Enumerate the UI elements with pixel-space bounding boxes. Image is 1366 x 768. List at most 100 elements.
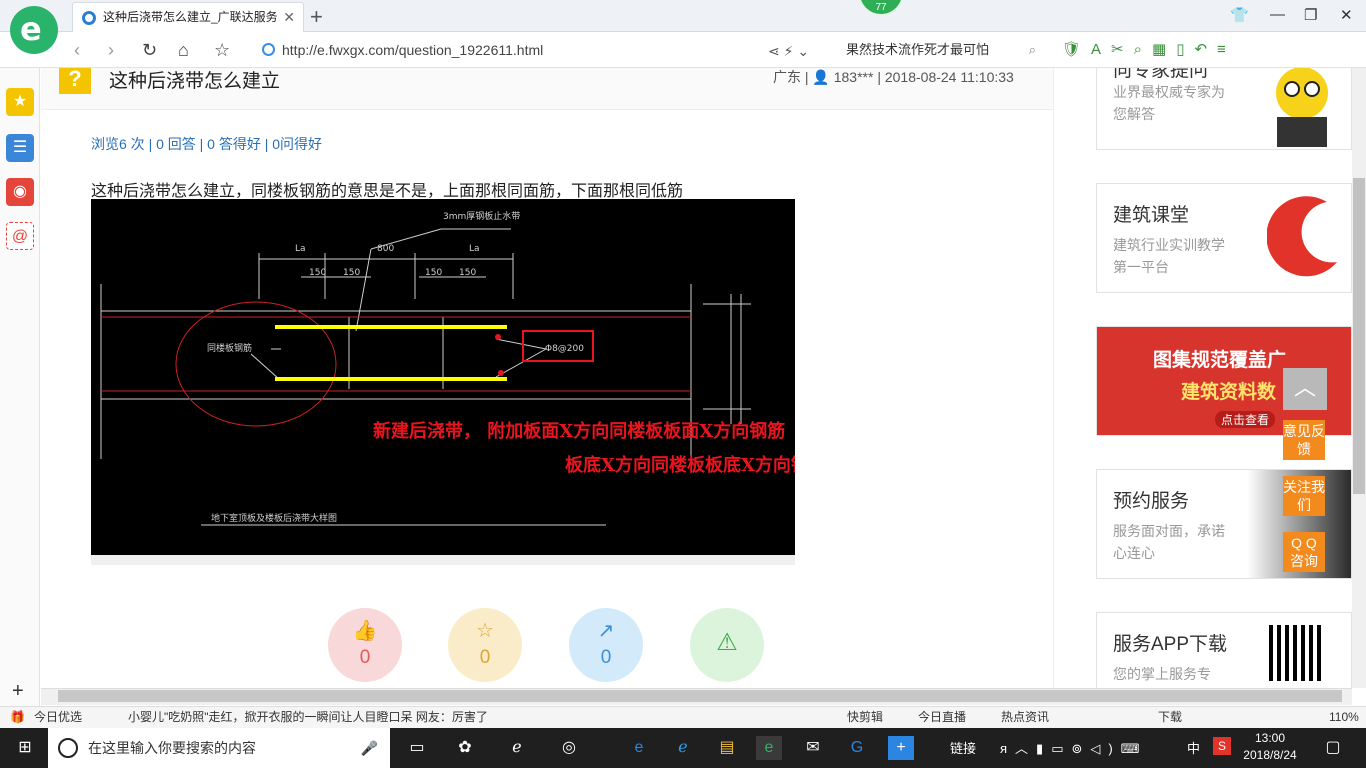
close-window-button[interactable]: ✕ [1340, 6, 1353, 24]
email-icon[interactable]: @ [6, 222, 34, 250]
image-shadow [91, 555, 795, 565]
search-input[interactable]: 果然技术流作死才最可怕 ⌕ [846, 38, 1036, 62]
search-text: 果然技术流作死才最可怕 [846, 42, 990, 57]
file-explorer-icon[interactable]: ▤ [714, 736, 740, 760]
task-view-icon[interactable]: ▭ [404, 736, 430, 760]
news-headline[interactable]: 小婴儿"吃奶照"走红，掀开衣服的一瞬间让人目瞪口呆 网友：厉害了 [128, 707, 488, 727]
cad-drawing-image: 3mm厚钢板止水带 La 800 La 150 150 150 150 同楼板钢… [91, 199, 795, 555]
status-item-quickcut[interactable]: 快剪辑 [847, 707, 883, 727]
share-button[interactable]: ↗ 0 [569, 608, 643, 682]
favorite-count: 0 [479, 647, 491, 668]
status-item-hot[interactable]: 热点资讯 [1001, 707, 1049, 727]
clock[interactable]: 13:00 2018/8/24 [1240, 730, 1300, 764]
page-content: ? 这种后浇带怎么建立 广东 | 👤 183*** | 2018-08-24 1… [41, 68, 1353, 688]
question-title: 这种后浇带怎么建立 [109, 71, 281, 92]
edge-icon[interactable]: e [626, 736, 652, 760]
reading-list-icon[interactable]: ☰ [6, 134, 34, 162]
qr-code-image [1269, 625, 1325, 681]
like-button[interactable]: 👍 0 [328, 608, 402, 682]
weibo-icon[interactable]: ◉ [6, 178, 34, 206]
favorites-icon[interactable]: ★ [6, 88, 34, 116]
taskbar-search-input[interactable]: 在这里输入你要搜索的内容 🎤 [48, 728, 390, 768]
question-meta: 广东 | 👤 183*** | 2018-08-24 11:10:33 [773, 69, 1014, 85]
site-info-icon[interactable] [262, 43, 275, 56]
red-note-1: 新建后浇带， 附加板面X方向同楼板板面X方向钢筋 [373, 420, 785, 442]
notifications-icon[interactable]: ▢ [1320, 736, 1346, 760]
browser-logo-icon[interactable]: e [10, 6, 58, 54]
question-body: 这种后浇带怎么建立，同楼板钢筋的意思是不是，上面那根同面筋，下面那根同低筋 [91, 183, 684, 200]
back-to-top-button[interactable]: ︿ [1283, 368, 1327, 410]
app-swirl-icon[interactable]: ◎ [556, 736, 582, 760]
microphone-icon[interactable]: 🎤 [361, 728, 378, 768]
vertical-scroll-thumb[interactable] [1353, 178, 1365, 494]
url-text: http://e.fwxgx.com/question_1922611.html [282, 42, 544, 58]
url-input[interactable]: http://e.fwxgx.com/question_1922611.html [258, 38, 758, 62]
sidebar-add-icon[interactable]: + [12, 680, 24, 703]
tab-active[interactable]: 这种后浇带怎么建立_广联达服务 ✕ [72, 2, 304, 32]
new-tab-button[interactable]: + [310, 4, 323, 30]
expert-card[interactable]: 向专家提问 业界最权威专家为您解答 [1096, 68, 1352, 150]
app-plus-icon[interactable]: + [888, 736, 914, 760]
extension-icons[interactable]: 🛡A✂⌕▦▯↶≡ [1062, 40, 1236, 58]
banner-button[interactable]: 点击查看 [1215, 411, 1276, 428]
today-picks-label[interactable]: 今日优选 [34, 707, 82, 727]
banner-line-2: 建筑资料数 [1181, 382, 1277, 403]
cad-dim-la-left: La [295, 244, 306, 254]
app-title: 服务APP下载 [1113, 634, 1228, 655]
cad-left-label: 同楼板钢筋 [207, 342, 252, 354]
browser-2345-icon[interactable]: e [756, 736, 782, 760]
horizontal-scroll-thumb[interactable] [58, 690, 1342, 702]
glodon-icon[interactable]: G [844, 736, 870, 760]
course-sub: 建筑行业实训教学第一平台 [1113, 237, 1225, 275]
favorite-button[interactable]: ☆ 0 [448, 608, 522, 682]
cad-dim-150-d: 150 [459, 268, 476, 278]
app-sub: 您的掌上服务专 [1113, 666, 1211, 682]
sogou-icon[interactable]: S [1213, 737, 1231, 755]
gift-icon: 🎁 [10, 710, 25, 724]
share-icon[interactable]: ⋖ ⚡ ⌄ [768, 43, 809, 60]
bookmark-star-button[interactable]: ☆ [214, 40, 230, 61]
skin-icon[interactable]: 👕 [1230, 6, 1249, 24]
windows-start-icon[interactable]: ⊞ [12, 736, 38, 760]
expert-title: 向专家提问 [1113, 68, 1209, 81]
search-icon[interactable]: ⌕ [1029, 38, 1036, 62]
cad-rebar-label: Φ8@200 [545, 344, 584, 354]
red-note-2: 板底X方向同楼板板底X方向钢筋 [565, 454, 795, 476]
cad-dim-150-a: 150 [309, 268, 326, 278]
tab-close-icon[interactable]: ✕ [283, 3, 295, 31]
course-logo-icon [1266, 192, 1349, 289]
service-title: 预约服务 [1113, 491, 1190, 512]
back-button[interactable]: ‹ [74, 40, 80, 61]
links-label[interactable]: 链接 [950, 738, 976, 757]
feedback-button[interactable]: 意见反馈 [1283, 420, 1325, 460]
fan-app-icon[interactable]: ✿ [452, 736, 478, 760]
course-card[interactable]: 建筑课堂 建筑行业实训教学第一平台 [1096, 183, 1352, 293]
question-mark-icon: ? [59, 68, 91, 94]
question-stats[interactable]: 浏览6 次 | 0 回答 | 0 答得好 | 0问得好 [91, 134, 322, 154]
ime-indicator[interactable]: 中 [1187, 738, 1200, 757]
app-card[interactable]: 服务APP下载 您的掌上服务专 [1096, 612, 1352, 688]
thumb-up-icon: 👍 [352, 620, 378, 642]
status-item-download[interactable]: 下载 [1158, 707, 1182, 727]
minimize-button[interactable]: — [1270, 6, 1285, 23]
cad-label-waterstop: 3mm厚钢板止水带 [443, 210, 520, 222]
ie-icon[interactable]: ℯ [670, 736, 696, 760]
mail-icon[interactable]: ✉ [800, 736, 826, 760]
zoom-level[interactable]: 110% [1329, 707, 1359, 727]
qq-consult-button[interactable]: Q Q 咨询 [1283, 532, 1325, 572]
home-button[interactable]: ⌂ [178, 40, 189, 61]
clock-time: 13:00 [1254, 731, 1286, 745]
tray-icons[interactable]: ᴙ︿▮▭⊚◁)⌨ [1000, 738, 1147, 757]
share-icon: ↗ [597, 620, 615, 642]
report-button[interactable]: ⚠ [690, 608, 764, 682]
browser-e-icon[interactable]: ℯ [504, 736, 530, 760]
follow-button[interactable]: 关注我们 [1283, 476, 1325, 516]
course-title: 建筑课堂 [1113, 205, 1190, 226]
cad-dim-800: 800 [377, 244, 394, 254]
status-item-live[interactable]: 今日直播 [918, 707, 966, 727]
refresh-button[interactable]: ↻ [142, 40, 157, 61]
forward-button[interactable]: › [108, 40, 114, 61]
like-count: 0 [359, 647, 371, 668]
restore-button[interactable]: ❐ [1304, 6, 1317, 24]
cad-caption: 地下室顶板及楼板后浇带大样图 [211, 512, 337, 524]
